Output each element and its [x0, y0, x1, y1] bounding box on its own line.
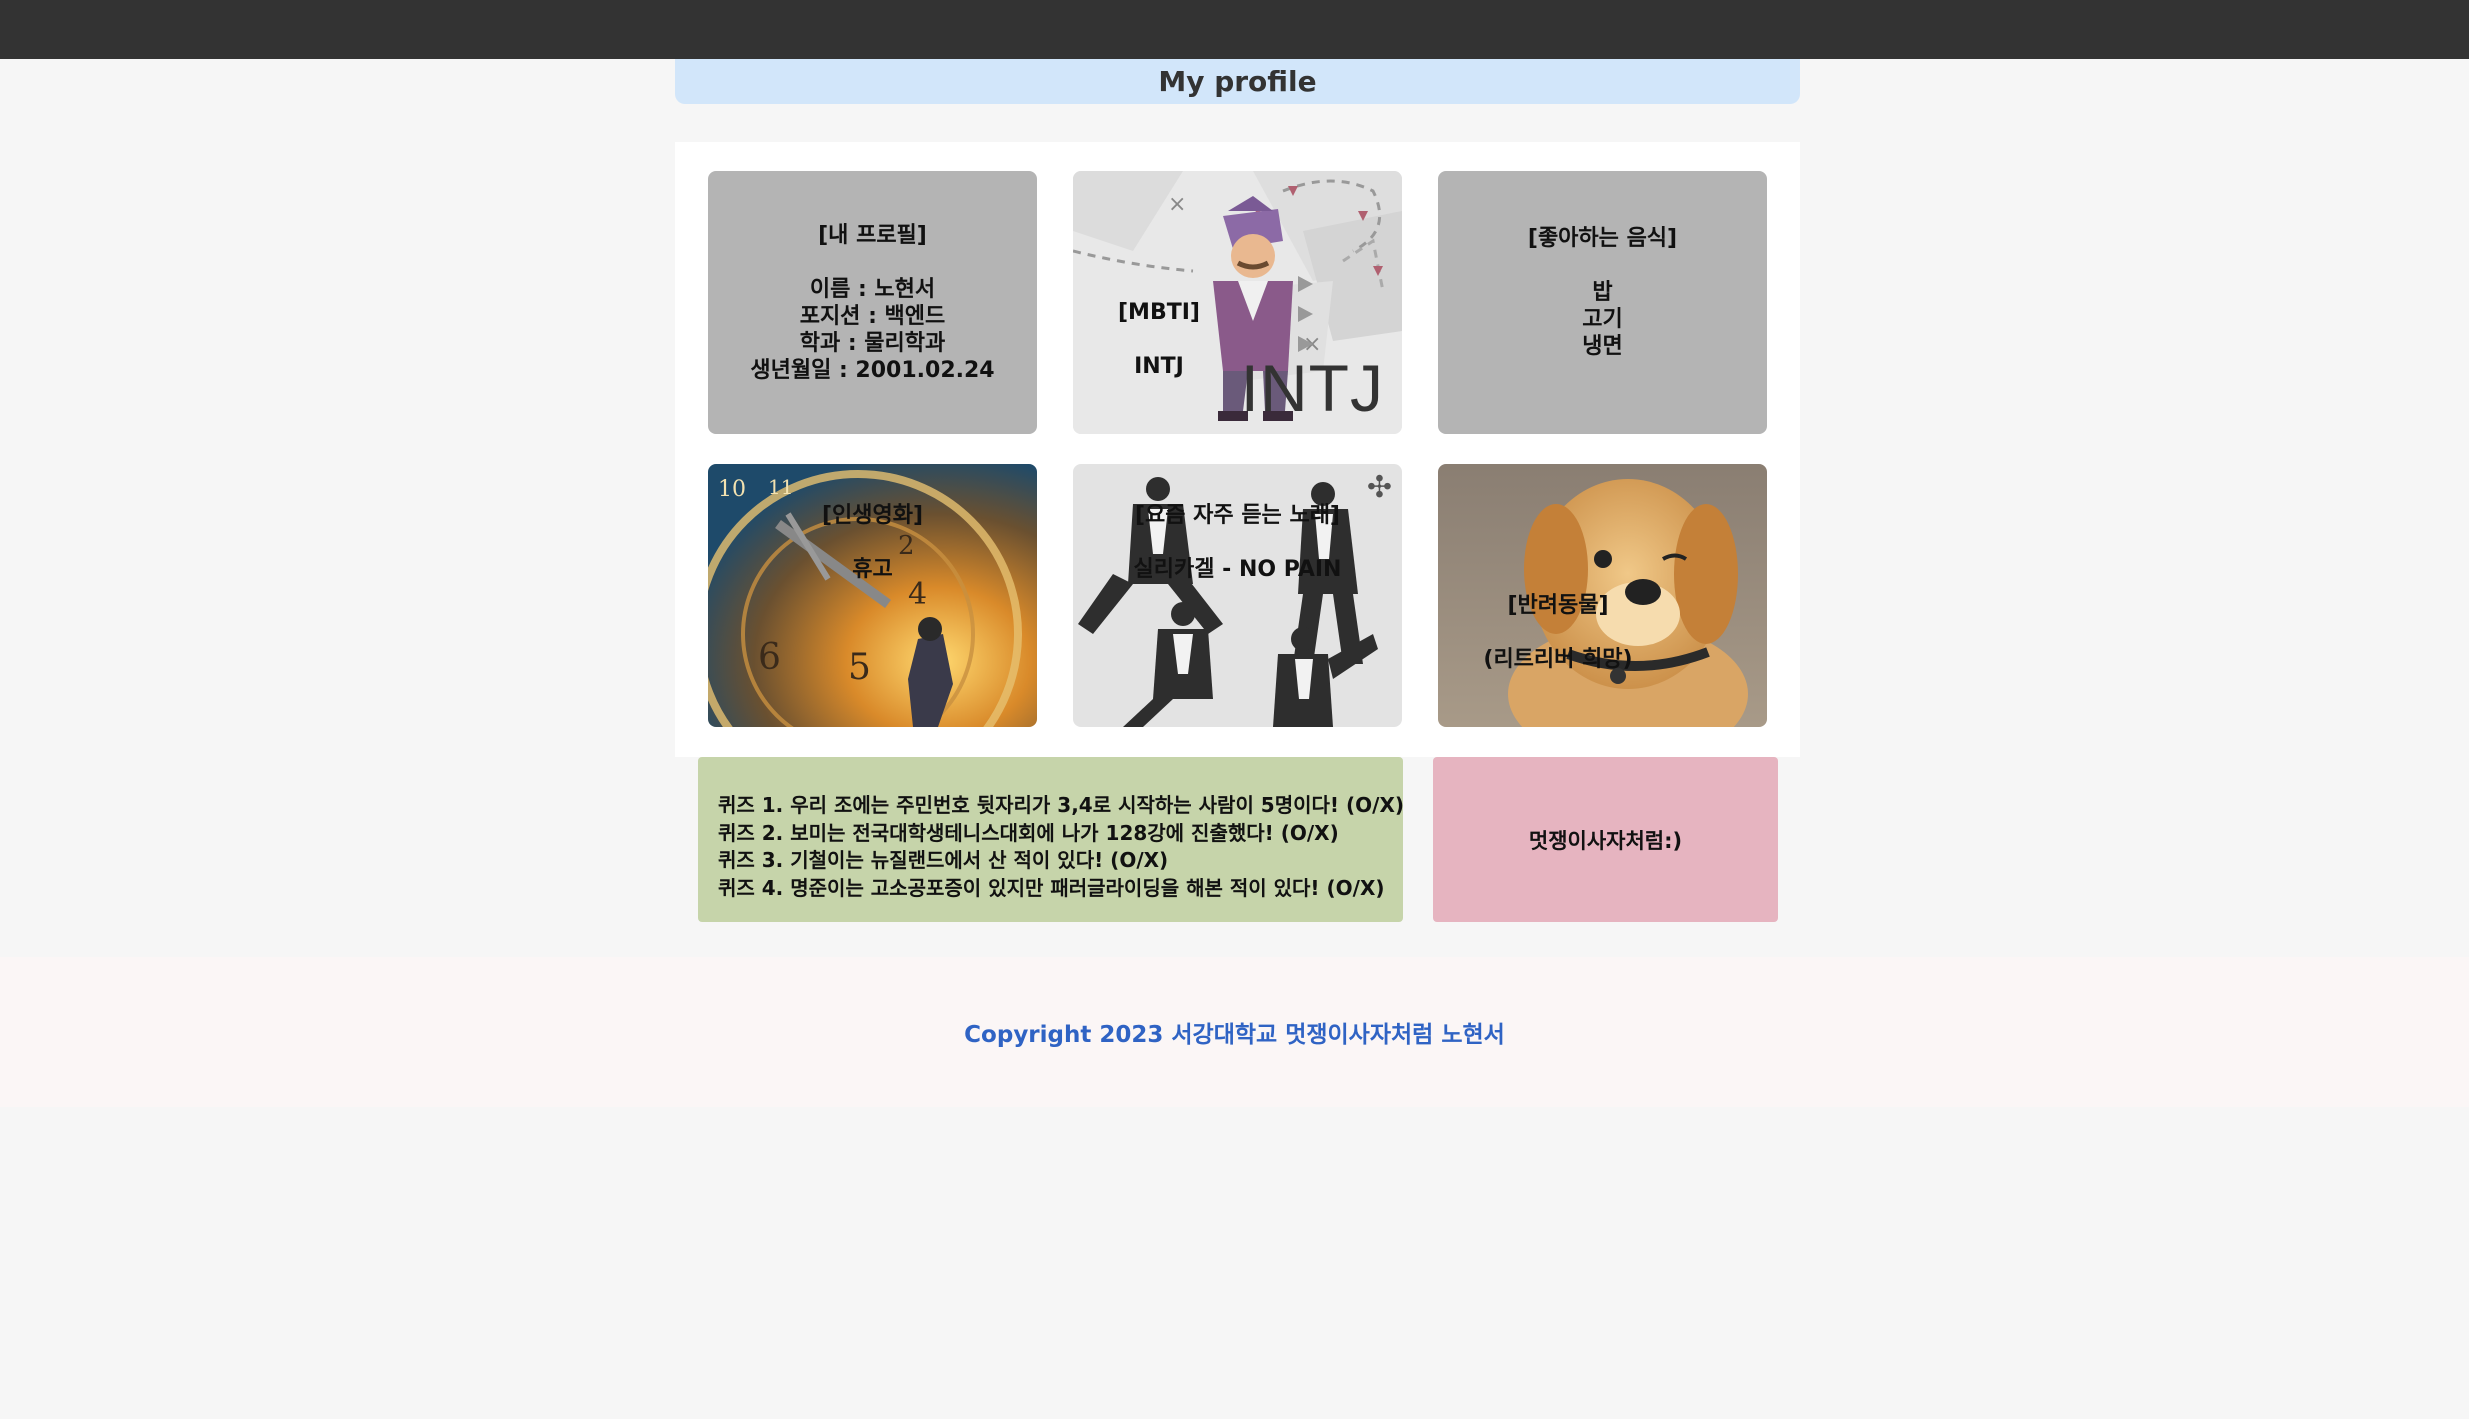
- quiz-item: 퀴즈 3. 기철이는 뉴질랜드에서 산 적이 있다! (O/X): [718, 848, 1169, 872]
- pet-card: [반려동물] (리트리버 희망): [1438, 464, 1767, 727]
- song-card: ✣ [요즘 자주 듣는 노래] 실리카겔 - NO PAIN: [1073, 464, 1402, 727]
- team-label: 멋쟁이사자처럼:): [1528, 828, 1683, 853]
- svg-text:10: 10: [718, 477, 746, 502]
- movie-card: 10 11 2 4 6 5 [인생영화] 휴고: [708, 464, 1037, 727]
- quiz-item: 퀴즈 2. 보미는 전국대학생테니스대회에 나가 128강에 진출했다! (O/…: [718, 820, 1339, 845]
- page-title-bar: My profile: [675, 59, 1800, 104]
- svg-text:×: ×: [1168, 192, 1186, 217]
- profile-card-text: [내 프로필] 이름 : 노현서 포지션 : 백엔드 학과 : 물리학과 생년월…: [750, 222, 995, 383]
- mbti-card: × × [MBTI] INTJ INTJ: [1073, 171, 1402, 434]
- profile-card: [내 프로필] 이름 : 노현서 포지션 : 백엔드 학과 : 물리학과 생년월…: [708, 171, 1037, 434]
- move-icon[interactable]: ✣: [1367, 470, 1392, 505]
- mbti-art-label: INTJ: [1240, 351, 1384, 425]
- team-box: 멋쟁이사자처럼:): [1433, 757, 1778, 922]
- song-card-text: [요즘 자주 듣는 노래] 실리카겔 - NO PAIN: [1133, 503, 1342, 582]
- pet-card-text: [반려동물] (리트리버 희망): [1483, 593, 1633, 672]
- food-card-text: [좋아하는 음식] 밥 고기 냉면: [1527, 226, 1678, 359]
- page-title: My profile: [1158, 65, 1317, 98]
- food-card: [좋아하는 음식] 밥 고기 냉면: [1438, 171, 1767, 434]
- footer: Copyright 2023 서강대학교 멋쟁이사자처럼 노현서: [0, 957, 2469, 1107]
- svg-text:11: 11: [768, 475, 793, 499]
- quiz-item: 퀴즈 4. 명준이는 고소공포증이 있지만 패러글라이딩을 해본 적이 있다! …: [718, 875, 1385, 900]
- copyright-text: Copyright 2023 서강대학교 멋쟁이사자처럼 노현서: [964, 1022, 1505, 1048]
- movie-card-text: [인생영화] 휴고: [821, 503, 924, 582]
- quiz-box: 퀴즈 1. 우리 조에는 주민번호 뒷자리가 3,4로 시작하는 사람이 5명이…: [698, 757, 1405, 922]
- svg-text:5: 5: [848, 647, 871, 688]
- quiz-item: 퀴즈 1. 우리 조에는 주민번호 뒷자리가 3,4로 시작하는 사람이 5명이…: [718, 793, 1405, 817]
- svg-text:6: 6: [758, 637, 781, 678]
- top-bar: [0, 0, 2469, 59]
- mbti-card-text: [MBTI] INTJ: [1118, 300, 1200, 379]
